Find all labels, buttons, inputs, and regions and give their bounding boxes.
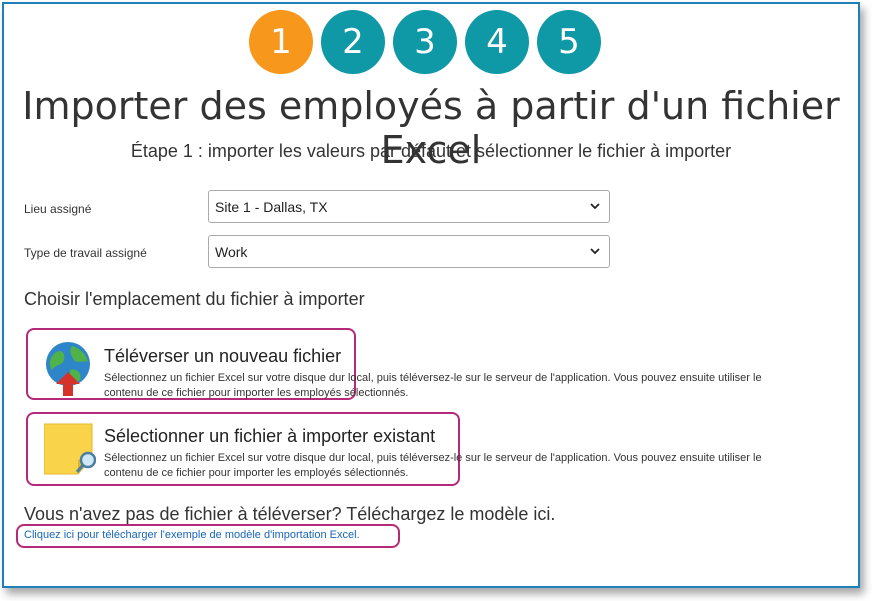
step-4[interactable]: 4: [465, 10, 529, 74]
upload-option-title: Téléverser un nouveau fichier: [104, 346, 342, 366]
page-subtitle: Étape 1 : importer les valeurs par défau…: [130, 141, 732, 161]
location-select[interactable]: Site 1 - Dallas, TX: [208, 190, 610, 223]
work-type-label: Type de travail assigné: [24, 246, 147, 260]
work-type-select-value: Work: [215, 243, 248, 260]
chevron-down-icon: [590, 203, 600, 210]
step-3[interactable]: 3: [393, 10, 457, 74]
upload-option-description: Sélectionnez un fichier Excel sur votre …: [104, 372, 762, 399]
location-label: Lieu assigné: [24, 202, 92, 216]
select-existing-option-title: Sélectionner un fichier à importer exist…: [104, 426, 436, 446]
work-type-select[interactable]: Work: [208, 235, 610, 268]
globe-upload-icon: [46, 342, 90, 396]
dialog-frame: 1 2 3 4 5 Importer des employés à partir…: [2, 2, 860, 588]
file-search-icon: [44, 423, 96, 475]
file-location-heading: Choisir l'emplacement du fichier à impor…: [24, 289, 365, 309]
chevron-down-icon: [590, 248, 600, 255]
download-template-link[interactable]: Cliquez ici pour télécharger l'exemple d…: [24, 529, 360, 541]
step-indicator: 1 2 3 4 5: [249, 10, 601, 74]
template-heading: Vous n'avez pas de fichier à téléverser?…: [24, 504, 556, 524]
step-1[interactable]: 1: [249, 10, 313, 74]
step-2[interactable]: 2: [321, 10, 385, 74]
select-existing-option-description: Sélectionnez un fichier Excel sur votre …: [104, 452, 762, 479]
upload-new-file-option[interactable]: Téléverser un nouveau fichier Sélectionn…: [44, 340, 834, 400]
step-5[interactable]: 5: [537, 10, 601, 74]
location-select-value: Site 1 - Dallas, TX: [215, 198, 328, 215]
select-existing-file-option[interactable]: Sélectionner un fichier à importer exist…: [44, 420, 834, 480]
